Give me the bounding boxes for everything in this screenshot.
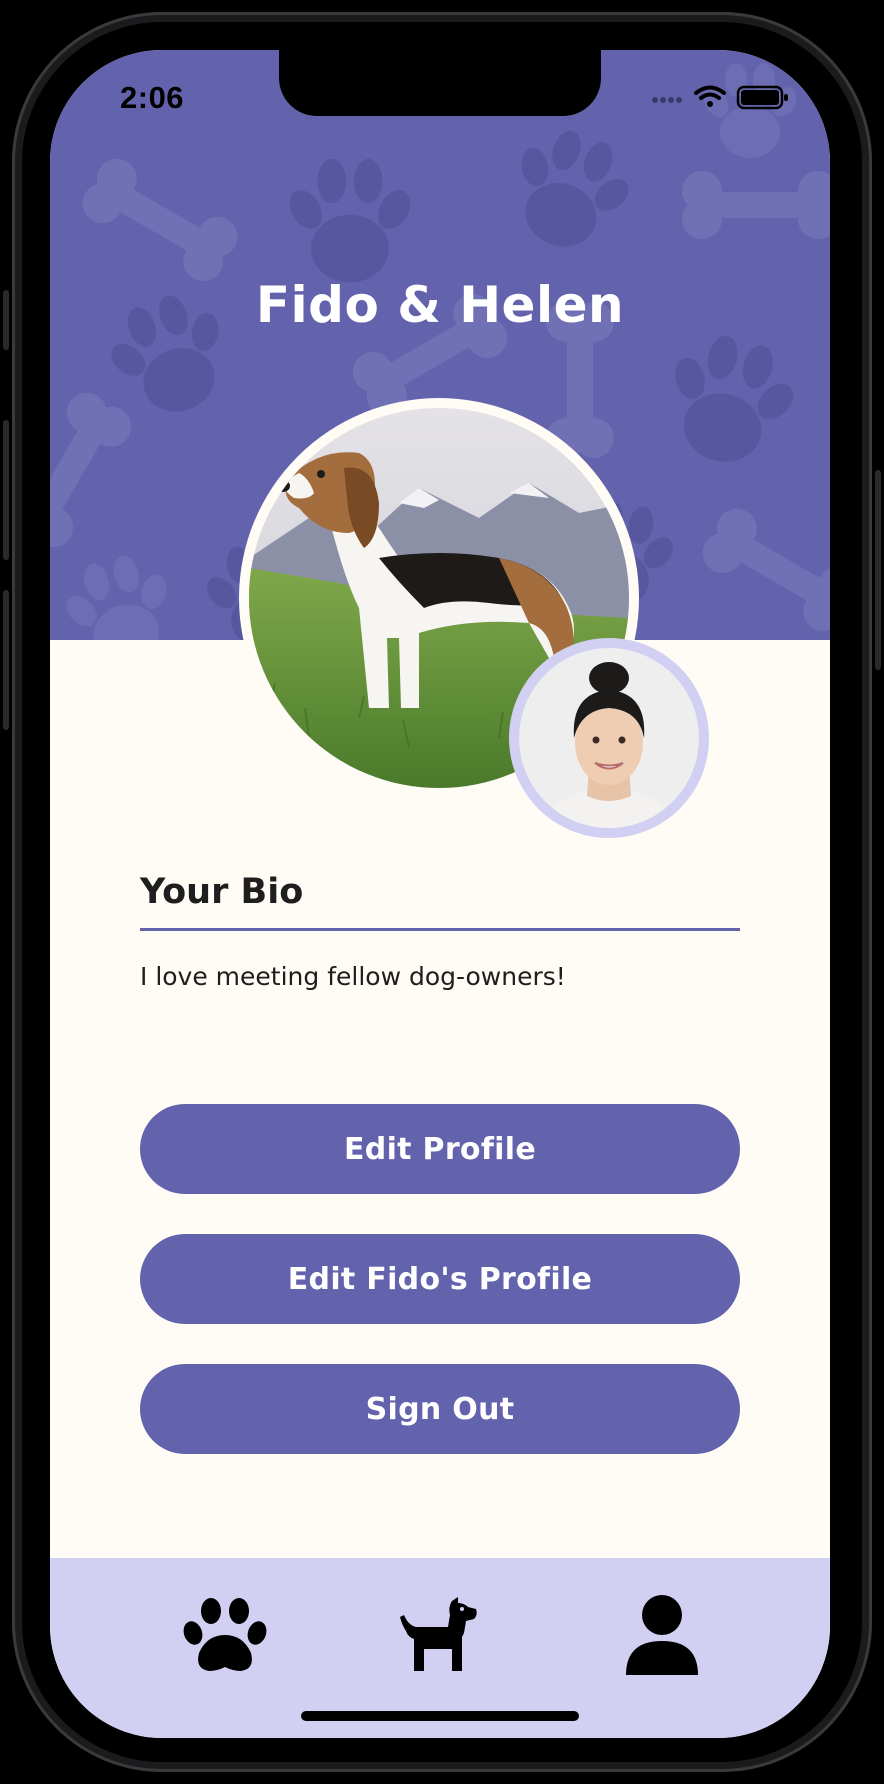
person-icon bbox=[626, 1595, 698, 1675]
owner-avatar bbox=[509, 638, 709, 838]
battery-icon bbox=[736, 85, 788, 110]
tab-paw[interactable] bbox=[180, 1590, 270, 1680]
tab-profile[interactable] bbox=[617, 1590, 707, 1680]
owner-photo bbox=[519, 648, 699, 828]
edit-profile-button[interactable]: Edit Profile bbox=[140, 1104, 740, 1194]
bio-heading: Your Bio bbox=[140, 872, 304, 912]
paw-icon bbox=[183, 1598, 267, 1671]
edit-dog-profile-button[interactable]: Edit Fido's Profile bbox=[140, 1234, 740, 1324]
tab-dog[interactable] bbox=[395, 1590, 485, 1680]
status-icons bbox=[650, 83, 790, 117]
volume-up-button bbox=[3, 420, 9, 560]
sign-out-button[interactable]: Sign Out bbox=[140, 1364, 740, 1454]
dots-icon bbox=[652, 97, 682, 103]
volume-down-button bbox=[3, 590, 9, 730]
dog-icon bbox=[400, 1597, 477, 1671]
camera-notch bbox=[279, 50, 601, 116]
bio-text: I love meeting fellow dog-owners! bbox=[140, 962, 566, 991]
mute-switch bbox=[3, 290, 9, 350]
screen: Fido & Helen 2:06 Your Bio I love meetin… bbox=[50, 50, 830, 1738]
home-indicator[interactable] bbox=[301, 1711, 579, 1721]
power-button bbox=[875, 470, 881, 670]
bio-divider bbox=[140, 928, 740, 931]
profile-title: Fido & Helen bbox=[255, 276, 625, 334]
status-time: 2:06 bbox=[120, 80, 185, 115]
wifi-icon bbox=[694, 85, 726, 107]
